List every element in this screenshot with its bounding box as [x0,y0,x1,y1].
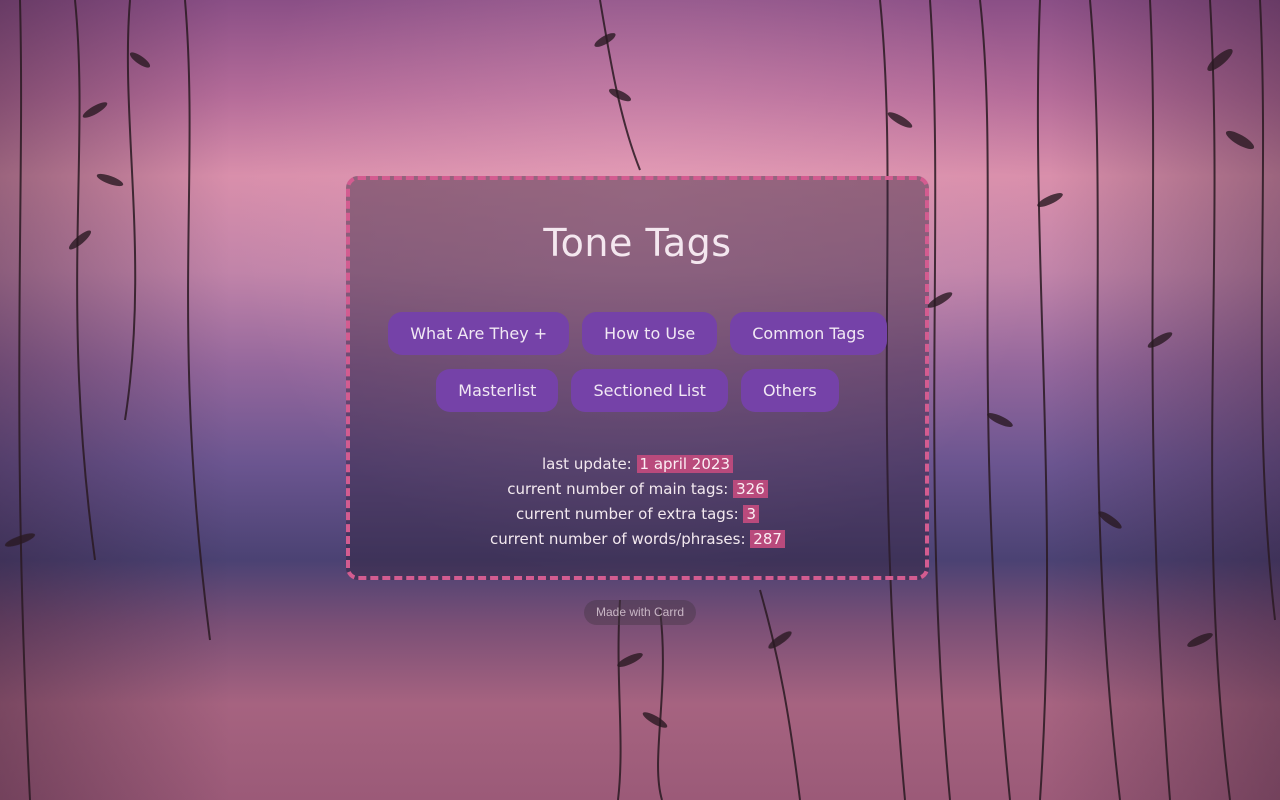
nav-row-1: What Are They + How to Use Common Tags [350,312,925,355]
main-tags-value: 326 [733,480,768,498]
words-phrases-line: current number of words/phrases: 287 [350,527,925,552]
stats-block: last update: 1 april 2023 current number… [350,452,925,552]
extra-tags-value: 3 [743,505,760,523]
sectioned-list-button[interactable]: Sectioned List [571,369,728,412]
others-button[interactable]: Others [740,369,839,412]
what-are-they-button[interactable]: What Are They + [388,312,570,355]
main-tags-line: current number of main tags: 326 [350,477,925,502]
extra-tags-label: current number of extra tags: [515,505,739,523]
main-card: Tone Tags What Are They + How to Use Com… [346,176,929,580]
last-update-label: last update: [542,455,632,473]
page-title: Tone Tags [543,221,732,265]
how-to-use-button[interactable]: How to Use [582,312,718,355]
masterlist-button[interactable]: Masterlist [436,369,559,412]
last-update-value: 1 april 2023 [636,455,733,473]
words-phrases-value: 287 [750,530,785,548]
common-tags-button[interactable]: Common Tags [730,312,887,355]
extra-tags-line: current number of extra tags: 3 [350,502,925,527]
words-phrases-label: current number of words/phrases: [490,530,746,548]
last-update-line: last update: 1 april 2023 [350,452,925,477]
made-with-carrd-link[interactable]: Made with Carrd [584,600,696,625]
nav-row-2: Masterlist Sectioned List Others [350,369,925,412]
main-tags-label: current number of main tags: [507,480,729,498]
